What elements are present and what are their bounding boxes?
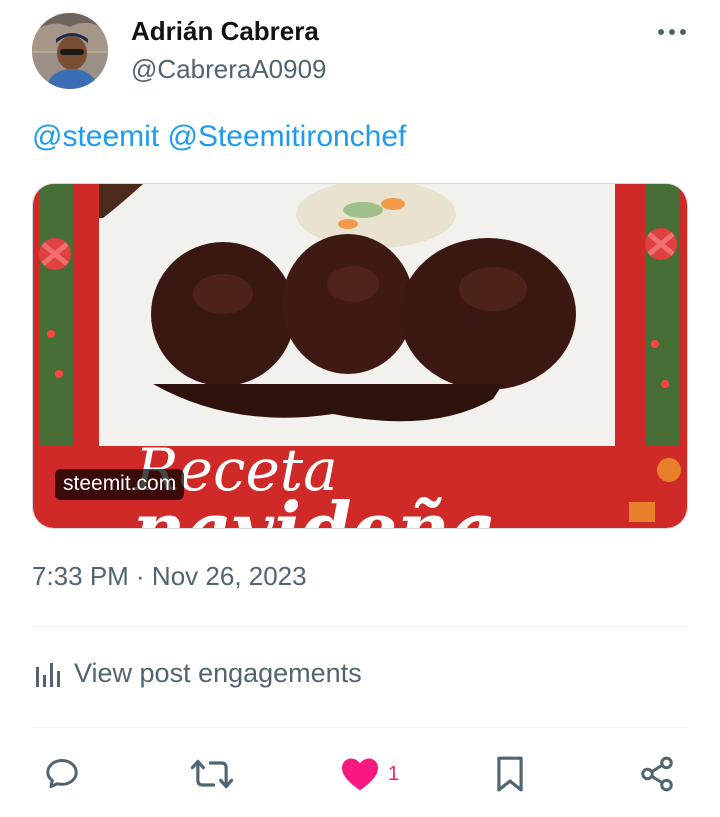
- card-domain-label: steemit.com: [55, 469, 185, 500]
- heart-icon: [342, 758, 378, 791]
- analytics-icon: [36, 662, 60, 687]
- share-button[interactable]: [638, 752, 676, 796]
- retweet-button[interactable]: [190, 752, 234, 796]
- author-name[interactable]: Adrián Cabrera: [131, 16, 319, 47]
- retweet-icon: [190, 759, 234, 789]
- divider: [32, 727, 688, 728]
- reply-button[interactable]: [43, 752, 81, 796]
- link-card[interactable]: Receta navideña steemit.com: [32, 183, 688, 529]
- author-handle[interactable]: @CabreraA0909: [131, 54, 327, 85]
- avatar[interactable]: [32, 13, 108, 89]
- like-count: 1: [388, 762, 400, 785]
- reply-icon: [46, 759, 78, 789]
- card-overlay-line2: navideña: [133, 486, 496, 528]
- view-engagements-link[interactable]: View post engagements: [34, 658, 362, 689]
- tweet-timestamp[interactable]: 7:33 PM · Nov 26, 2023: [32, 561, 307, 592]
- like-button[interactable]: 1: [340, 752, 399, 796]
- divider: [32, 626, 688, 627]
- bookmark-icon: [497, 756, 523, 792]
- tweet-text: @steemit @Steemitironchef: [32, 120, 406, 154]
- mention-steemit[interactable]: @steemit: [32, 120, 159, 153]
- more-options-button[interactable]: [652, 18, 692, 46]
- bookmark-button[interactable]: [494, 752, 526, 796]
- view-engagements-label: View post engagements: [74, 658, 362, 688]
- share-icon: [641, 756, 673, 792]
- mention-steemitironchef[interactable]: @Steemitironchef: [168, 120, 407, 153]
- more-dots-icon: [658, 29, 686, 35]
- avatar-image: [32, 13, 108, 89]
